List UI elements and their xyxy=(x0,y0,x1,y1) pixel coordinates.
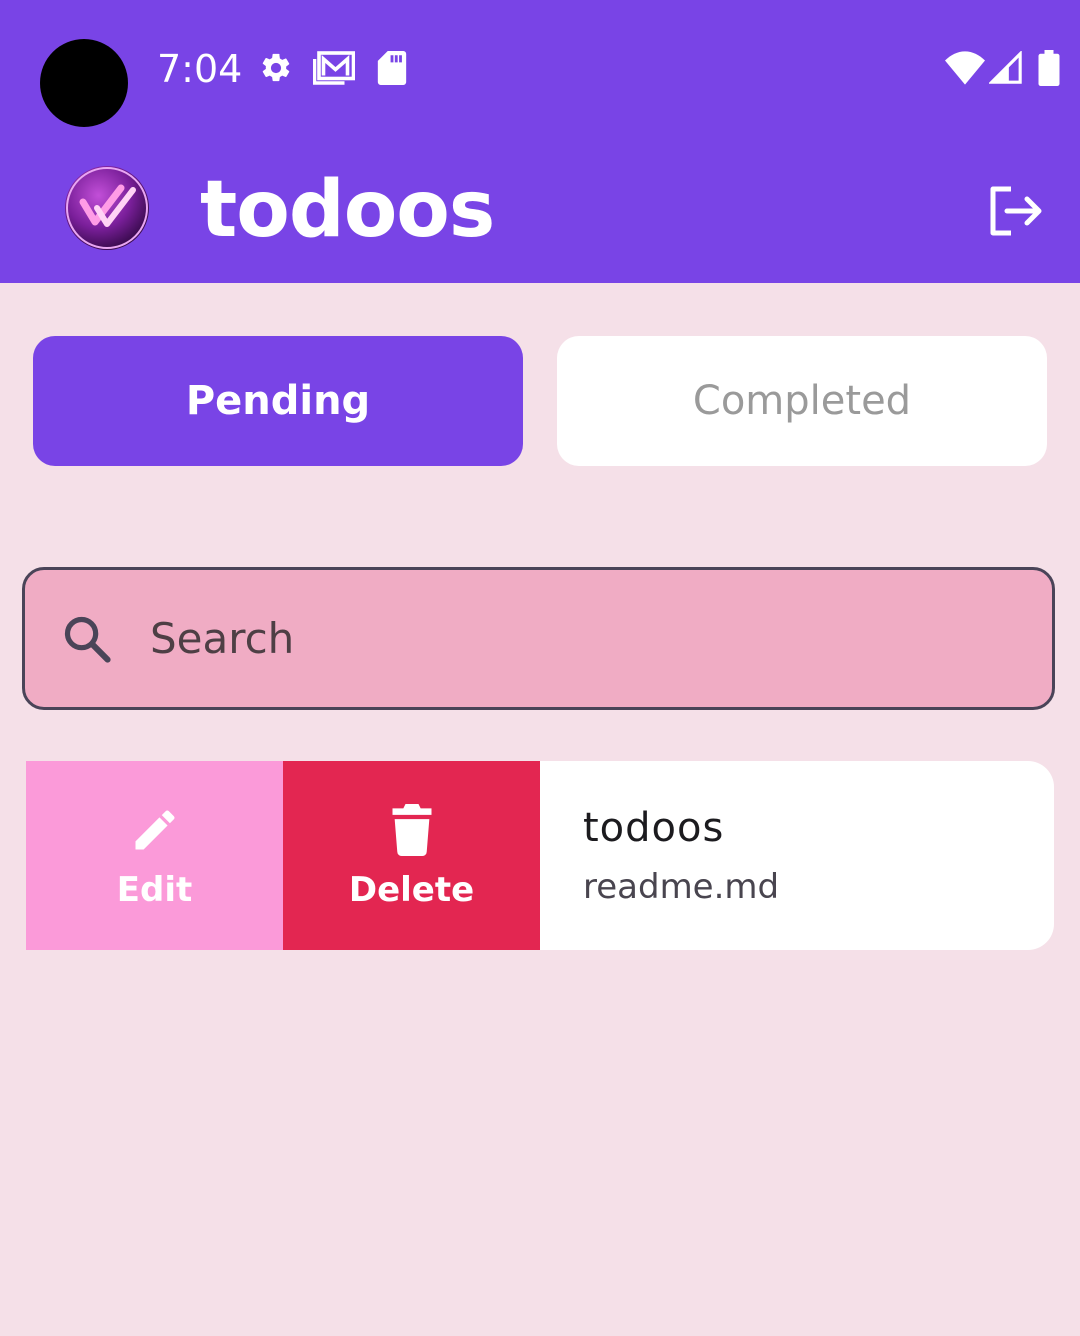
camera-cutout xyxy=(40,39,128,127)
trash-icon xyxy=(390,802,434,858)
list-item: Edit Delete todoos readme.md xyxy=(26,761,1054,950)
todo-title: todoos xyxy=(583,805,725,851)
status-time: 7:04 xyxy=(157,47,243,91)
battery-icon xyxy=(1036,48,1062,88)
todo-subtitle: readme.md xyxy=(583,867,780,907)
search-icon xyxy=(61,613,113,665)
pencil-icon xyxy=(129,802,181,858)
delete-label: Delete xyxy=(348,869,475,910)
search-bar[interactable] xyxy=(22,567,1055,710)
search-input[interactable] xyxy=(150,608,950,669)
tab-completed-label: Completed xyxy=(692,378,912,424)
tab-pending[interactable]: Pending xyxy=(33,336,523,466)
cell-signal-icon xyxy=(988,48,1024,88)
logout-button[interactable] xyxy=(984,180,1046,242)
gear-icon xyxy=(258,48,294,88)
delete-button[interactable]: Delete xyxy=(283,761,540,950)
edit-label: Edit xyxy=(116,869,193,910)
sd-card-icon xyxy=(376,48,408,88)
todo-card[interactable]: todoos readme.md xyxy=(540,761,1054,950)
app-title: todoos xyxy=(200,165,495,255)
tab-completed[interactable]: Completed xyxy=(557,336,1047,466)
gallery-mail-icon xyxy=(313,48,355,88)
wifi-icon xyxy=(944,48,986,88)
edit-button[interactable]: Edit xyxy=(26,761,283,950)
app-logo-icon xyxy=(63,164,151,252)
app-header: 7:04 todoos xyxy=(0,0,1080,283)
logout-icon xyxy=(987,186,1043,236)
tab-pending-label: Pending xyxy=(185,378,371,424)
